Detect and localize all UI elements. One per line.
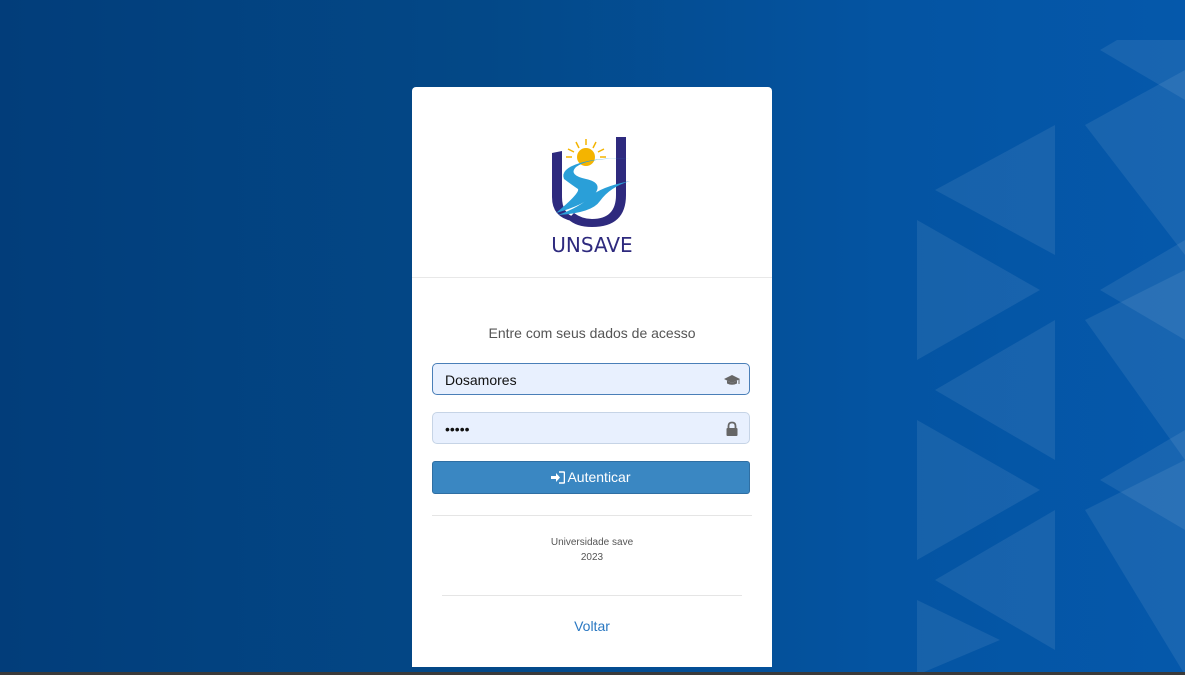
username-input[interactable]: [433, 364, 727, 396]
graduation-cap-icon: [724, 375, 740, 385]
sign-in-icon: [551, 471, 566, 484]
institution-name: Universidade save: [550, 537, 634, 548]
password-field[interactable]: [432, 412, 750, 445]
logo-header: UNSAVE: [412, 87, 772, 278]
login-subtitle: Entre com seus dados de acesso: [488, 325, 696, 341]
background-triangle-pattern: [917, 40, 1185, 675]
logo-wordmark: UNSAVE: [551, 233, 633, 257]
authenticate-button[interactable]: Autenticar: [432, 461, 750, 494]
authenticate-label: Autenticar: [567, 469, 631, 485]
unsave-logo: [552, 137, 630, 227]
password-input[interactable]: [433, 413, 727, 445]
divider: [432, 515, 752, 516]
back-link[interactable]: Voltar: [412, 618, 772, 634]
lock-icon: [726, 421, 738, 436]
login-card: UNSAVE Entre com seus dados de acesso Au…: [412, 87, 772, 667]
username-field[interactable]: [432, 363, 750, 396]
copyright-year: 2023: [580, 552, 604, 563]
divider: [442, 595, 742, 596]
